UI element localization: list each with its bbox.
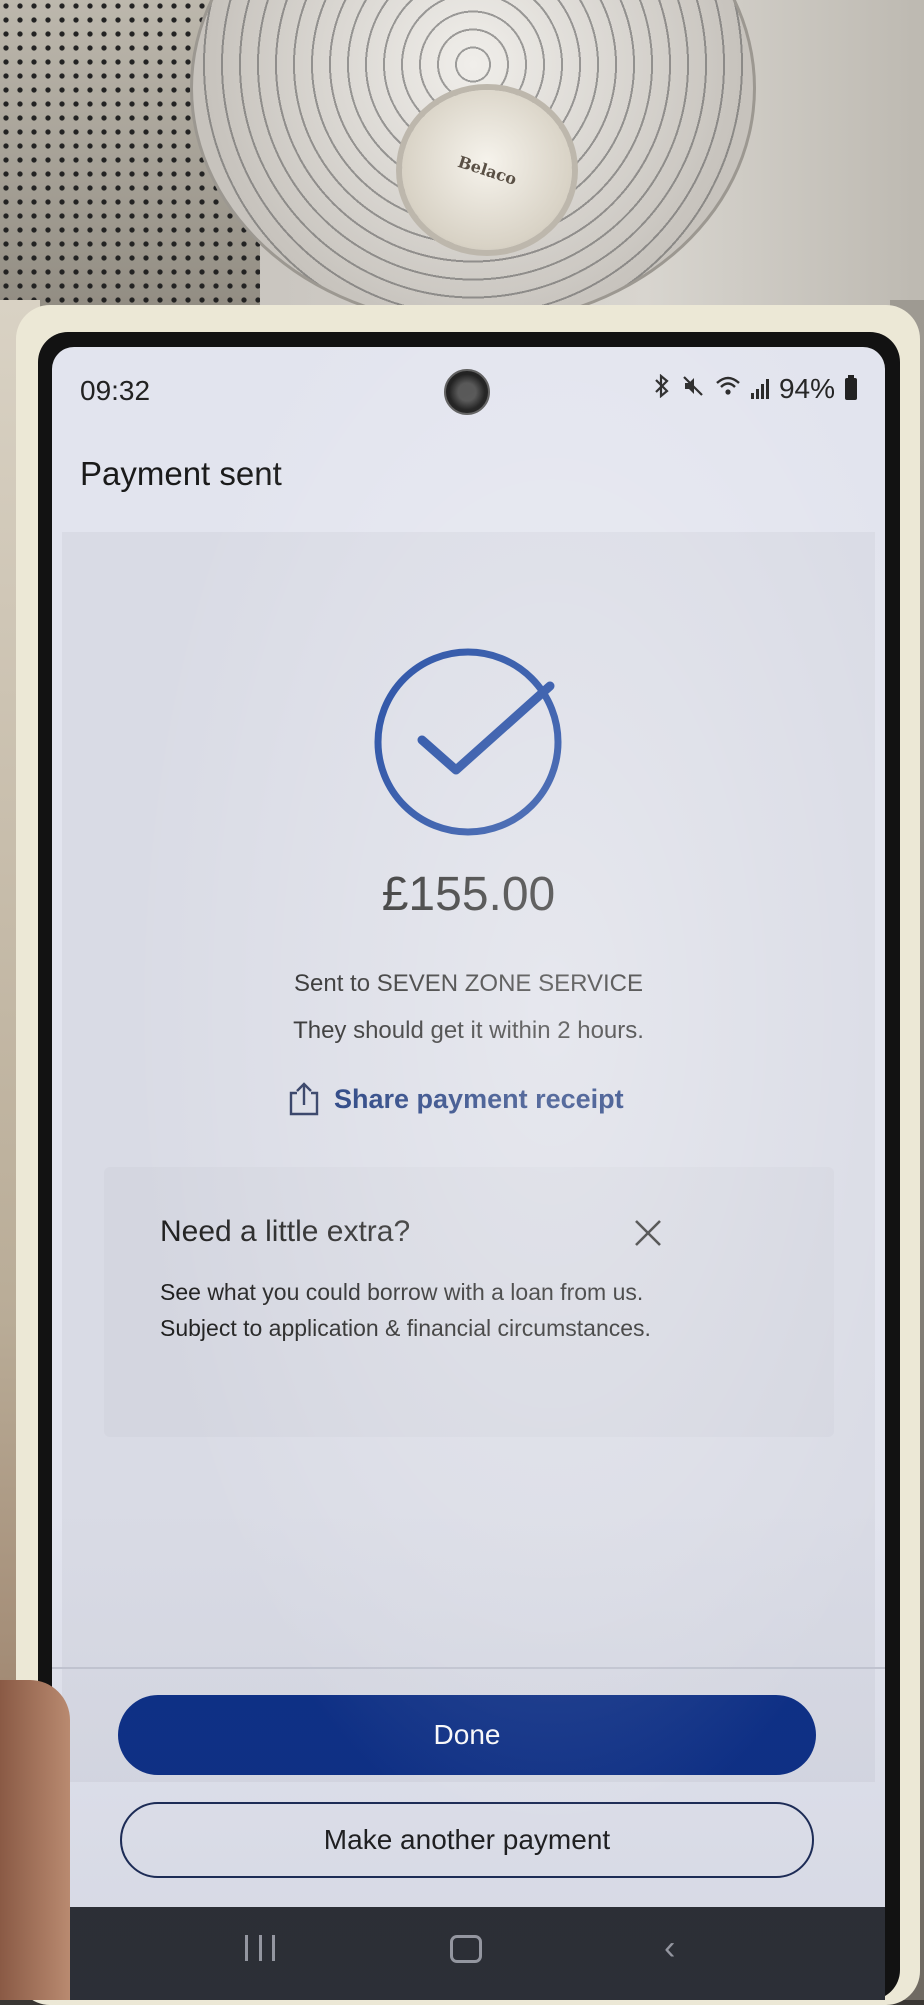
divider <box>52 1667 885 1669</box>
delivery-eta-text: They should get it within 2 hours. <box>293 1017 644 1044</box>
back-icon[interactable]: ‹ <box>664 1929 675 1968</box>
signal-icon <box>750 379 769 399</box>
page-title: Payment sent <box>80 455 282 492</box>
home-icon[interactable] <box>450 1935 482 1963</box>
share-icon <box>289 1082 319 1116</box>
promo-title: Need a little extra? <box>160 1215 411 1248</box>
recipient-text: Sent to SEVEN ZONE SERVICE <box>293 970 644 997</box>
success-check-icon <box>374 648 562 836</box>
hand-thumb <box>0 1680 70 2000</box>
status-icons: 94% <box>653 373 857 405</box>
status-bar: 09:32 94% <box>52 347 885 437</box>
battery-percent: 94% <box>778 373 835 404</box>
mute-icon <box>681 374 705 405</box>
promo-disclaimer: Subject to application & financial circu… <box>160 1315 651 1341</box>
front-camera <box>444 369 490 415</box>
wifi-icon <box>715 375 741 404</box>
recent-apps-icon[interactable] <box>245 1935 275 1961</box>
share-receipt-label: Share payment receipt <box>334 1083 624 1114</box>
promo-text: See what you could borrow with a loan fr… <box>160 1279 644 1305</box>
fan-brand-logo: Belaco <box>455 151 519 189</box>
system-nav-bar: ‹ <box>52 1907 885 2000</box>
fan-hub: Belaco <box>402 90 572 250</box>
phone-screen: 09:32 94% Payment sent £155.00 Sent to S… <box>52 347 885 2000</box>
payment-amount: £155.00 <box>381 868 556 921</box>
close-icon[interactable] <box>630 1215 666 1251</box>
make-another-payment-button[interactable]: Make another payment <box>120 1802 814 1878</box>
done-button[interactable]: Done <box>118 1695 816 1775</box>
battery-icon <box>845 375 857 400</box>
status-time: 09:32 <box>80 375 151 406</box>
bluetooth-icon <box>653 373 671 405</box>
loan-promo-card: Need a little extra? See what you could … <box>104 1167 834 1437</box>
share-receipt-link[interactable]: Share payment receipt <box>288 1077 624 1121</box>
